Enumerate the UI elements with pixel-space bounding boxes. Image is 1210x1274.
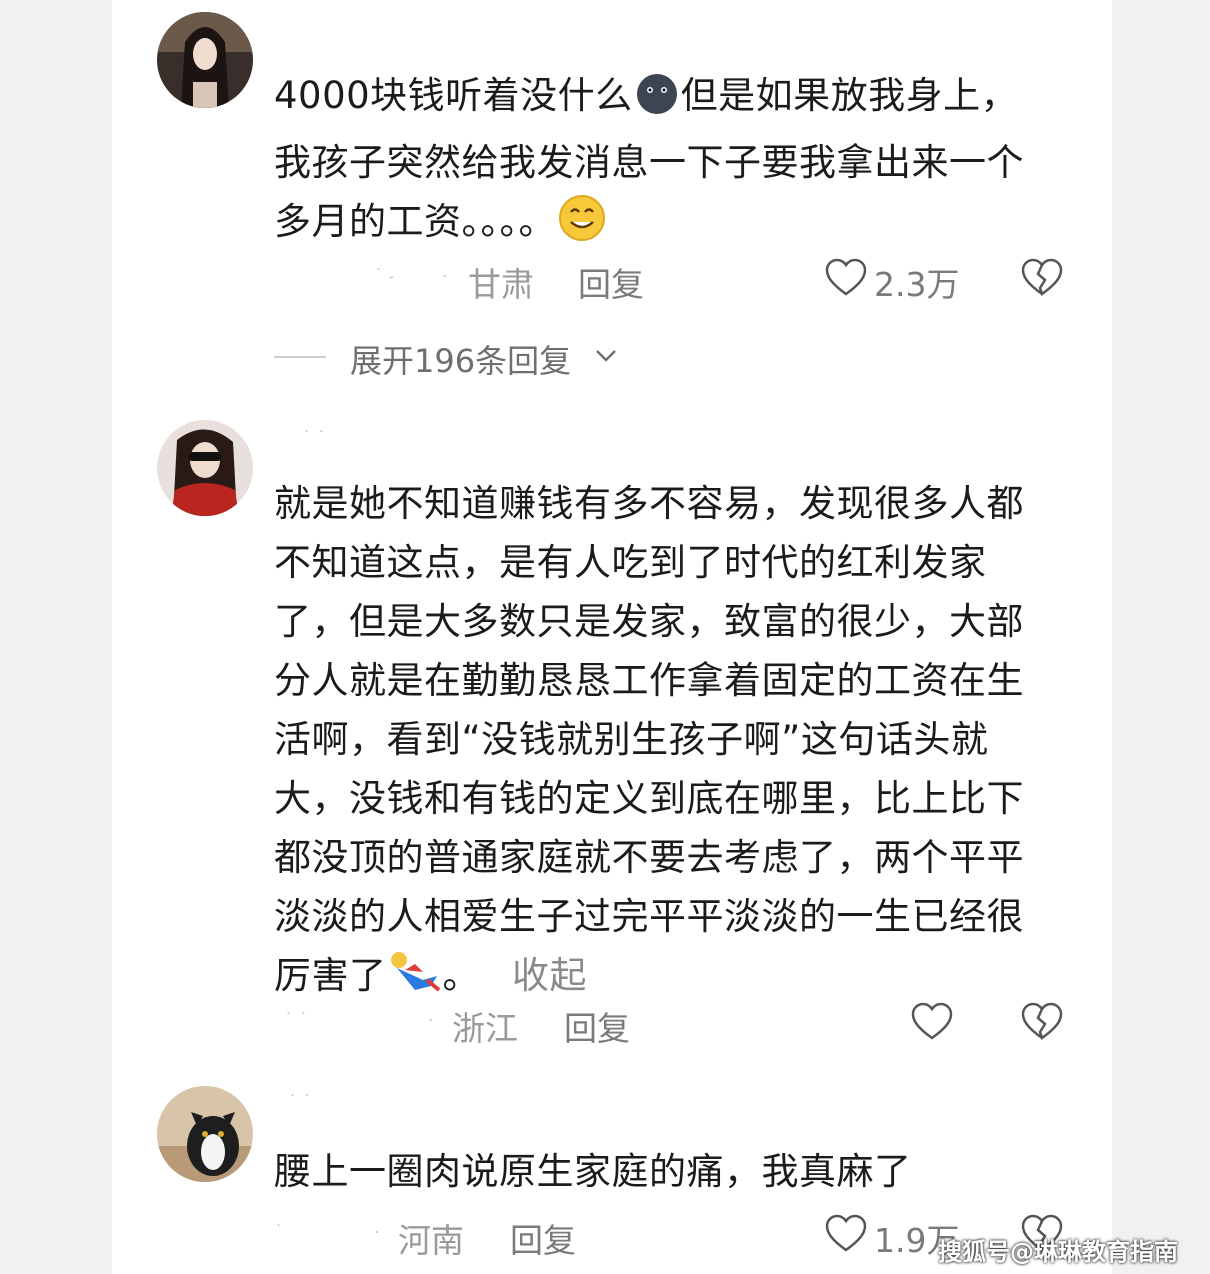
comment-text-line: 不知道这点，是有人吃到了时代的红利发家 bbox=[274, 541, 987, 584]
chevron-down-icon bbox=[592, 340, 620, 378]
comment-list: 4000块钱听着没什么 但是如果放我身上， 我孩子突然给我发消息一下子要我拿出来一… bbox=[112, 0, 1112, 1274]
comment-text-line: 了，但是大多数只是发家，致富的很少，大部 bbox=[274, 600, 1024, 643]
watermark: 搜狐号@琳琳教育指南 bbox=[938, 1238, 1178, 1266]
comment-text-part: 但是如果放我身上， bbox=[680, 74, 1019, 117]
comment-text-line: 活啊，看到“没钱就别生孩子啊”这句话头就 bbox=[274, 718, 989, 761]
location-label: 浙江 bbox=[452, 1009, 518, 1048]
comment-text: 4000块钱听着没什么 但是如果放我身上， 我孩子突然给我发消息一下子要我拿出来一… bbox=[274, 66, 1074, 259]
comment-text-line: 多月的工资。。。。 bbox=[274, 200, 556, 243]
username-dots: ˙ ˙ bbox=[302, 428, 326, 449]
like-count: 2.3万 bbox=[874, 265, 960, 304]
comment-text-line: 腰上一圈肉说原生家庭的痛，我真麻了 bbox=[274, 1150, 912, 1193]
comment-text-line: 分人就是在勤勤恳恳工作拿着固定的工资在生 bbox=[274, 659, 1024, 702]
comment-text-punct: 。 bbox=[442, 954, 480, 997]
separator-dot: · bbox=[428, 1010, 434, 1031]
comment-text-part: 4000块钱听着没什么 bbox=[274, 74, 633, 117]
like-heart-icon[interactable] bbox=[824, 1214, 868, 1262]
avatar[interactable] bbox=[157, 420, 253, 516]
username-dots: ˙ ˗ bbox=[374, 266, 395, 287]
avatar[interactable] bbox=[157, 12, 253, 108]
reply-button[interactable]: 回复 bbox=[564, 1002, 630, 1050]
comment-meta: ˙ ˗ · 甘肃 回复 2.3万 bbox=[274, 258, 1074, 304]
reply-button[interactable]: 回复 bbox=[578, 258, 644, 306]
username-dots: ˙ ˙ bbox=[288, 1092, 312, 1113]
comment-text-line: 大，没钱和有钱的定义到底在哪里，比上比下 bbox=[274, 777, 1024, 820]
reply-button[interactable]: 回复 bbox=[510, 1214, 576, 1262]
dislike-broken-heart-icon[interactable] bbox=[1020, 258, 1064, 306]
avatar[interactable] bbox=[157, 1086, 253, 1182]
comment-text: 腰上一圈肉说原生家庭的痛，我真麻了 bbox=[274, 1142, 1074, 1201]
comment-text-line: 都没顶的普通家庭就不要去考虑了，两个平平 bbox=[274, 836, 1024, 879]
separator-dot: · bbox=[374, 1222, 380, 1243]
expand-replies-label: 展开196条回复 bbox=[350, 342, 572, 380]
like-heart-icon[interactable] bbox=[910, 1002, 954, 1050]
username-dots: ˙ bbox=[274, 1222, 283, 1243]
comment-text-line: 就是她不知道赚钱有多不容易，发现很多人都 bbox=[274, 482, 1024, 525]
separator-dot: · bbox=[442, 266, 448, 287]
like-heart-icon[interactable] bbox=[824, 258, 868, 306]
smile-emoji-icon bbox=[556, 194, 608, 259]
comment-text-line: 厉害了 bbox=[274, 954, 387, 997]
location-label: 甘肃 bbox=[468, 265, 534, 304]
expand-divider bbox=[274, 356, 326, 358]
comment-text-line: 我孩子突然给我发消息一下子要我拿出来一个 bbox=[274, 141, 1024, 184]
collapse-button[interactable]: 收起 bbox=[512, 954, 587, 997]
username-dots: ˙ ˙ bbox=[284, 1010, 308, 1031]
dark-face-emoji-icon bbox=[633, 72, 681, 133]
comment-meta: ˙ ˙ · 浙江 回复 bbox=[274, 1002, 1074, 1048]
dislike-broken-heart-icon[interactable] bbox=[1020, 1002, 1064, 1050]
comment-text-line: 淡淡的人相爱生子过完平平淡淡的一生已经很 bbox=[274, 895, 1024, 938]
comment-text: 就是她不知道赚钱有多不容易，发现很多人都 不知道这点，是有人吃到了时代的红利发家… bbox=[274, 474, 1074, 1013]
location-label: 河南 bbox=[398, 1221, 464, 1260]
